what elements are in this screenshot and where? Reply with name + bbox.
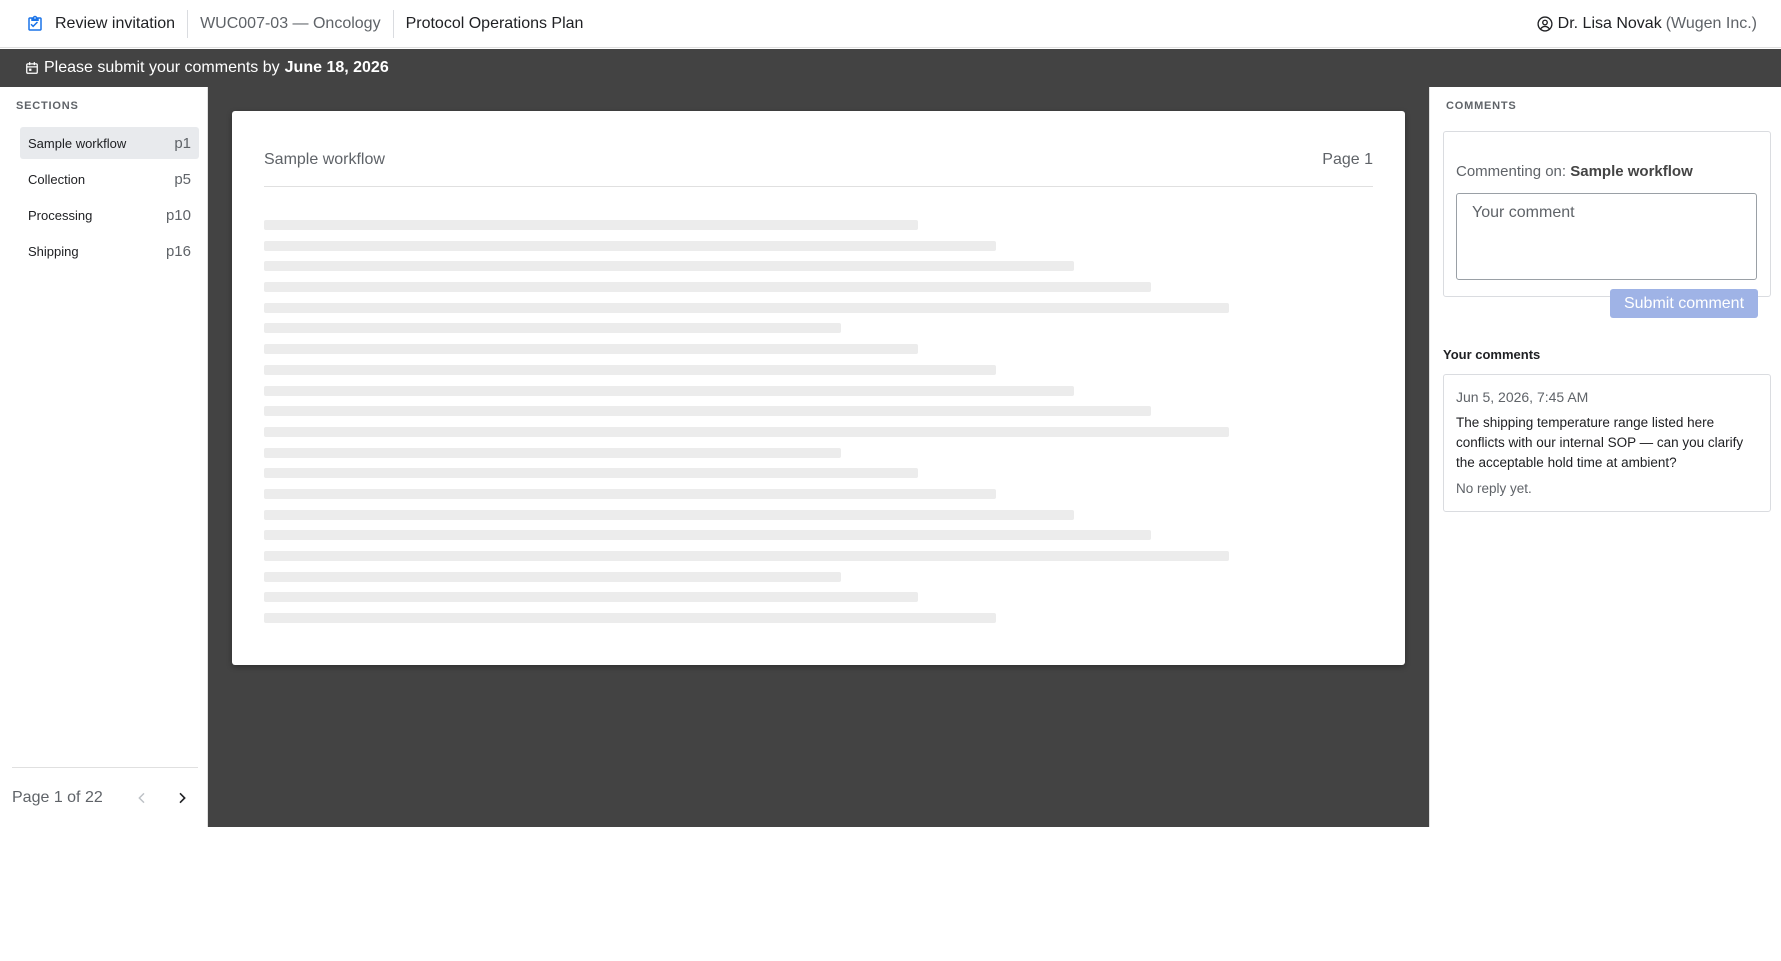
placeholder-line	[264, 488, 996, 499]
commenting-on-label: Commenting on:	[1456, 163, 1567, 180]
comment-input[interactable]	[1456, 193, 1757, 280]
document-viewer[interactable]: Sample workflow Page 1	[208, 87, 1429, 827]
page-pager: Page 1 of 22	[12, 767, 198, 827]
placeholder-line	[264, 426, 1229, 437]
placeholder-line	[264, 509, 1074, 520]
placeholder-line	[264, 240, 996, 251]
account-circle-icon	[1536, 15, 1554, 33]
divider	[392, 9, 394, 38]
user-name: Dr. Lisa Novak	[1557, 15, 1662, 32]
section-item-shipping[interactable]: Shipping p16	[20, 235, 199, 267]
user-organization: (Wugen Inc.)	[1665, 15, 1757, 32]
section-page: p5	[174, 170, 191, 188]
comment-text: The shipping temperature range listed he…	[1456, 415, 1744, 470]
commenting-on: Commenting on: Sample workflow	[1456, 163, 1693, 180]
sections-heading: SECTIONS	[16, 100, 79, 112]
page-indicator: Page 1 of 22	[12, 788, 103, 806]
section-name: Sample workflow	[28, 135, 127, 151]
submit-comment-button[interactable]: Submit comment	[1610, 289, 1758, 318]
comment-card: Jun 5, 2026, 7:45 AM The shipping temper…	[1443, 374, 1771, 512]
sections-sidebar: SECTIONS Sample workflow p1 Collection p…	[0, 87, 208, 827]
placeholder-line	[264, 447, 841, 458]
placeholder-line	[264, 261, 1074, 272]
placeholder-line	[264, 530, 1151, 541]
deadline-banner: Please submit your comments by June 18, …	[0, 49, 1781, 87]
calendar-icon	[25, 61, 39, 75]
comment-compose-card: Commenting on: Sample workflow Submit co…	[1443, 131, 1771, 318]
placeholder-line	[264, 385, 1074, 396]
section-item-sample-workflow[interactable]: Sample workflow p1	[20, 127, 199, 159]
section-list: Sample workflow p1 Collection p5 Process…	[0, 127, 207, 267]
placeholder-line	[264, 468, 918, 479]
placeholder-line	[264, 220, 918, 230]
text-placeholder	[264, 220, 1229, 634]
section-page: p1	[174, 134, 191, 152]
comments-heading: COMMENTS	[1446, 100, 1517, 112]
placeholder-line	[264, 364, 996, 375]
section-name: Shipping	[28, 243, 79, 259]
page-header: Sample workflow Page 1	[264, 151, 1373, 187]
placeholder-line	[264, 323, 841, 334]
user-menu[interactable]: Dr. Lisa Novak (Wugen Inc.)	[1536, 0, 1757, 48]
deadline-date: June 18, 2026	[284, 59, 389, 76]
document-page: Sample workflow Page 1	[232, 111, 1405, 665]
comment-reply-status: No reply yet.	[1456, 481, 1532, 496]
section-page: p10	[165, 206, 191, 224]
previous-page-button[interactable]	[130, 786, 154, 810]
document-title: Protocol Operations Plan	[405, 14, 584, 32]
placeholder-line	[264, 592, 918, 603]
your-comments-heading: Your comments	[1443, 347, 1541, 362]
top-bar: Review invitation WUC007-03 — Oncology P…	[0, 0, 1781, 48]
section-item-processing[interactable]: Processing p10	[20, 199, 199, 231]
placeholder-line	[264, 613, 996, 624]
page-section-title: Sample workflow	[264, 151, 385, 168]
placeholder-line	[264, 551, 1229, 561]
section-item-collection[interactable]: Collection p5	[20, 163, 199, 195]
study-name: WUC007-03 — Oncology	[200, 14, 381, 32]
divider	[187, 9, 189, 38]
chevron-left-icon	[138, 792, 145, 803]
placeholder-line	[264, 406, 1151, 417]
brand: Review invitation	[0, 0, 175, 48]
placeholder-line	[264, 571, 841, 582]
comment-timestamp: Jun 5, 2026, 7:45 AM	[1456, 389, 1589, 405]
brand-label: Review invitation	[55, 14, 176, 32]
section-name: Processing	[28, 207, 93, 223]
commenting-on-target: Sample workflow	[1570, 163, 1693, 180]
deadline-text: Please submit your comments by	[44, 59, 280, 76]
comments-panel: COMMENTS Commenting on: Sample workflow …	[1429, 87, 1781, 827]
placeholder-line	[264, 302, 1229, 313]
placeholder-line	[264, 282, 1151, 293]
placeholder-line	[264, 344, 918, 355]
page-number: Page 1	[1322, 151, 1373, 168]
section-name: Collection	[28, 171, 86, 187]
clipboard-check-icon	[25, 14, 45, 34]
next-page-button[interactable]	[170, 786, 194, 810]
chevron-right-icon	[179, 792, 186, 803]
section-page: p16	[165, 242, 191, 260]
